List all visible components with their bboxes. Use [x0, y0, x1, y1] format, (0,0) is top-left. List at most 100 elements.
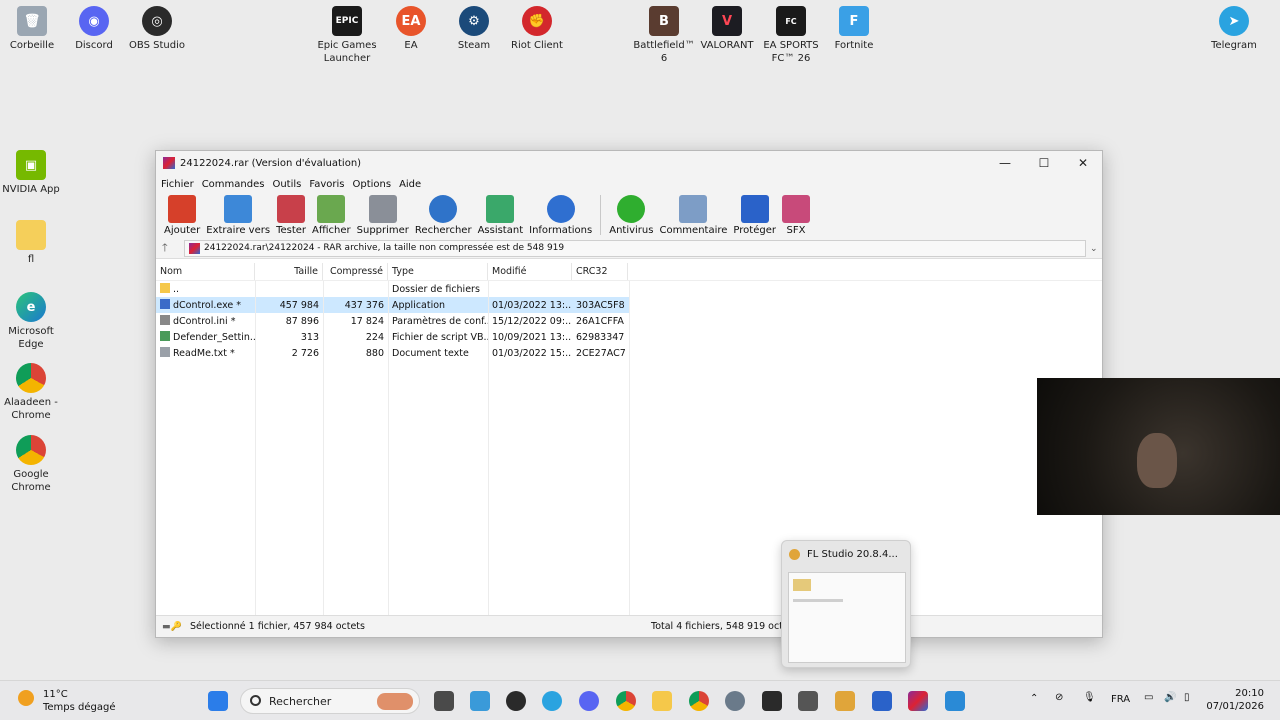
- proteger-button[interactable]: Protéger: [731, 193, 778, 236]
- fl-studio-taskbar-icon[interactable]: [835, 691, 855, 711]
- title-bar[interactable]: 24122024.rar (Version d'évaluation) — ☐ …: [156, 151, 1102, 175]
- weather-temp: 11°C: [43, 689, 68, 700]
- desktop-icon-label: VALORANT: [700, 40, 754, 51]
- desktop-icon-valorant[interactable]: V VALORANT: [695, 6, 759, 52]
- desktop-icon-chrome-alaadeen[interactable]: Alaadeen - Chrome: [0, 363, 63, 422]
- menu-options[interactable]: Options: [352, 179, 391, 190]
- desktop-icon-riot[interactable]: ✊ Riot Client: [505, 6, 569, 52]
- obs-taskbar-icon[interactable]: [506, 691, 526, 711]
- desktop-icon-nvidia[interactable]: ▣ NVIDIA App: [0, 150, 63, 196]
- row-crc: 2CE27AC7: [576, 347, 626, 359]
- desktop-icon-recycle-bin[interactable]: 🗑 Corbeille: [0, 6, 64, 52]
- toolbar-label: Informations: [529, 225, 593, 236]
- desktop-icon-fortnite[interactable]: F Fortnite: [822, 6, 886, 52]
- afficher-button[interactable]: Afficher: [310, 193, 353, 236]
- winrar-taskbar-icon[interactable]: [908, 691, 928, 711]
- settings-icon[interactable]: [725, 691, 745, 711]
- toolbar-label: Protéger: [733, 225, 776, 236]
- desktop-icon-battlefield[interactable]: B Battlefield™ 6: [632, 6, 696, 65]
- supprimer-button[interactable]: Supprimer: [355, 193, 411, 236]
- antivirus-button[interactable]: Antivirus: [607, 193, 655, 236]
- desktop-icon-label: Fortnite: [834, 40, 874, 51]
- volume-icon[interactable]: 🔊: [1164, 692, 1176, 703]
- chrome-taskbar-icon[interactable]: [689, 691, 709, 711]
- desktop-icon-easportsfc[interactable]: FC EA SPORTS FC™ 26: [759, 6, 823, 65]
- desktop-icon-fl-folder[interactable]: fl: [0, 220, 63, 266]
- store-icon[interactable]: [762, 691, 782, 711]
- clock[interactable]: 20:10 07/01/2026: [1206, 687, 1264, 713]
- desktop-icon-epic[interactable]: EPIC Epic Games Launcher: [315, 6, 379, 65]
- row-compressed: 224: [365, 331, 384, 343]
- menu-outils[interactable]: Outils: [272, 179, 301, 190]
- informations-button[interactable]: Informations: [527, 193, 594, 236]
- defender-shield-icon[interactable]: [872, 691, 892, 711]
- discord-taskbar-icon[interactable]: [579, 691, 599, 711]
- fortnite-icon: F: [839, 6, 869, 36]
- network-off-icon[interactable]: ⊘: [1055, 692, 1063, 703]
- add-archive-icon: [168, 195, 197, 223]
- desktop-icon-label: Riot Client: [511, 40, 563, 51]
- menu-commandes[interactable]: Commandes: [202, 179, 265, 190]
- commentaire-button[interactable]: Commentaire: [657, 193, 729, 236]
- battery-icon[interactable]: ▯: [1184, 692, 1190, 703]
- desktop-icon-ea[interactable]: EA EA: [379, 6, 443, 52]
- toolbar-label: Supprimer: [356, 225, 409, 236]
- vscode-icon[interactable]: [945, 691, 965, 711]
- desktop-icon-label: Microsoft Edge: [8, 326, 54, 350]
- windows-start-icon[interactable]: [208, 691, 228, 711]
- close-button[interactable]: ✕: [1064, 153, 1102, 173]
- drive-key-icon: ▬🔑: [162, 621, 182, 632]
- sfx-button[interactable]: SFX: [780, 193, 812, 236]
- column-taille[interactable]: Taille: [255, 263, 323, 280]
- path-field[interactable]: 24122024.rar\24122024 - RAR archive, la …: [184, 240, 1086, 257]
- column-modifie[interactable]: Modifié: [488, 263, 572, 280]
- row-compressed: 880: [365, 347, 384, 359]
- row-type: Document texte: [392, 347, 469, 359]
- ajouter-button[interactable]: Ajouter: [162, 193, 202, 236]
- minimize-button[interactable]: —: [986, 153, 1024, 173]
- rechercher-button[interactable]: Rechercher: [413, 193, 474, 236]
- taskbar-search[interactable]: Rechercher: [240, 688, 420, 714]
- display-icon[interactable]: ▭: [1144, 692, 1153, 703]
- progress-bar-icon: [793, 599, 843, 602]
- menu-fichier[interactable]: Fichier: [161, 179, 194, 190]
- chrome-taskbar-icon[interactable]: [616, 691, 636, 711]
- column-divider: [388, 281, 389, 615]
- row-size: 457 984: [279, 299, 319, 311]
- desktop-icon-steam[interactable]: ⚙ Steam: [442, 6, 506, 52]
- maximize-button[interactable]: ☐: [1025, 153, 1063, 173]
- notepad-icon[interactable]: [470, 691, 490, 711]
- menu-aide[interactable]: Aide: [399, 179, 421, 190]
- file-explorer-icon[interactable]: [652, 691, 672, 711]
- desktop-icon-label: EA SPORTS FC™ 26: [763, 40, 819, 64]
- column-crc32[interactable]: CRC32: [572, 263, 628, 280]
- column-type[interactable]: Type: [388, 263, 488, 280]
- extraire-vers-button[interactable]: Extraire vers: [204, 193, 272, 236]
- calculator-icon[interactable]: [798, 691, 818, 711]
- language-indicator[interactable]: FRA: [1111, 694, 1130, 705]
- extract-folder-icon: [224, 195, 253, 223]
- tester-button[interactable]: Tester: [274, 193, 308, 236]
- task-view-icon[interactable]: [434, 691, 454, 711]
- path-bar: 🡑 24122024.rar\24122024 - RAR archive, l…: [156, 239, 1102, 259]
- up-arrow-icon[interactable]: 🡑: [162, 239, 184, 258]
- column-nom[interactable]: Nom: [156, 263, 255, 280]
- row-type: Application: [392, 299, 446, 311]
- sfx-icon: [781, 195, 810, 223]
- microphone-icon[interactable]: 🎙: [1083, 692, 1096, 703]
- menu-favoris[interactable]: Favoris: [309, 179, 344, 190]
- desktop-icon-obs[interactable]: ◎ OBS Studio: [125, 6, 189, 52]
- chevron-down-icon[interactable]: ⌄: [1090, 244, 1102, 254]
- taskbar-thumbnail[interactable]: FL Studio 20.8.4...: [781, 540, 911, 668]
- desktop-icon-chrome[interactable]: Google Chrome: [0, 435, 63, 494]
- column-compresse[interactable]: Compressé: [323, 263, 388, 280]
- desktop-icon-edge[interactable]: e Microsoft Edge: [0, 292, 63, 351]
- desktop-icon-telegram[interactable]: ➤ Telegram: [1202, 6, 1266, 52]
- shield-icon: [740, 195, 769, 223]
- desktop-icon-discord[interactable]: ◉ Discord: [62, 6, 126, 52]
- telegram-taskbar-icon[interactable]: [542, 691, 562, 711]
- assistant-button[interactable]: Assistant: [476, 193, 526, 236]
- tray-chevron-up-icon[interactable]: ⌃: [1030, 693, 1038, 704]
- table-row[interactable]: dControl.exe * 457 984 437 376 Applicati…: [156, 297, 629, 313]
- weather-widget[interactable]: 11°C Temps dégagé: [18, 688, 116, 714]
